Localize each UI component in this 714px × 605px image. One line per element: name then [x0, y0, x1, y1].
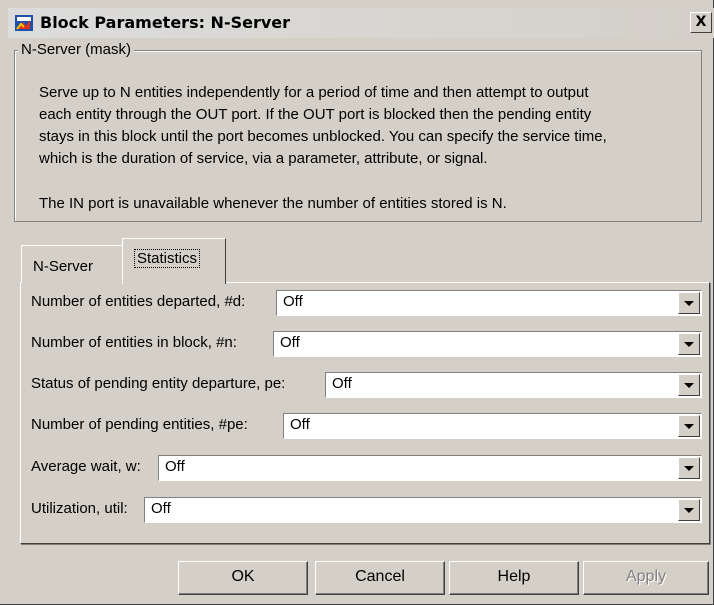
tab-statistics[interactable]: Statistics — [122, 238, 226, 284]
select-value: Off — [165, 458, 185, 475]
description-line: stays in this block until the port becom… — [39, 128, 607, 145]
chevron-down-icon[interactable] — [678, 292, 700, 314]
chevron-down-icon[interactable] — [678, 499, 700, 521]
select-value: Off — [332, 375, 352, 392]
select-value: Off — [283, 293, 303, 310]
tab-n-server[interactable]: N-Server — [21, 245, 126, 283]
pending-departure-select[interactable]: Off — [325, 372, 702, 398]
ok-button[interactable]: OK — [178, 561, 308, 595]
tab-label: Statistics — [134, 249, 201, 268]
close-button[interactable]: X — [690, 12, 712, 33]
entities-departed-label: Number of entities departed, #d: — [31, 293, 246, 310]
chevron-down-icon[interactable] — [678, 415, 700, 437]
block-parameters-dialog: Block Parameters: N-Server X N-Server (m… — [0, 0, 714, 605]
title-bar[interactable]: Block Parameters: N-Server X — [8, 8, 714, 38]
apply-button[interactable]: Apply — [583, 561, 709, 595]
pending-entities-label: Number of pending entities, #pe: — [31, 416, 248, 433]
entities-in-block-select[interactable]: Off — [273, 331, 702, 357]
window-title: Block Parameters: N-Server — [40, 13, 291, 32]
utilization-select[interactable]: Off — [144, 497, 702, 523]
chevron-down-icon[interactable] — [678, 374, 700, 396]
description-line: which is the duration of service, via a … — [39, 150, 488, 167]
average-wait-label: Average wait, w: — [31, 458, 141, 475]
select-value: Off — [151, 500, 171, 517]
pending-departure-label: Status of pending entity departure, pe: — [31, 375, 286, 392]
close-icon: X — [695, 14, 707, 30]
chevron-down-icon[interactable] — [678, 457, 700, 479]
tab-label: N-Server — [33, 258, 94, 275]
simulink-block-icon — [15, 15, 33, 31]
pending-entities-select[interactable]: Off — [283, 413, 702, 439]
help-button[interactable]: Help — [449, 561, 579, 595]
description-line: Serve up to N entities independently for… — [39, 84, 589, 101]
description-legend: N-Server (mask) — [18, 41, 135, 58]
entities-departed-select[interactable]: Off — [276, 290, 702, 316]
chevron-down-icon[interactable] — [678, 333, 700, 355]
cancel-button[interactable]: Cancel — [315, 561, 445, 595]
description-note: The IN port is unavailable whenever the … — [39, 195, 507, 212]
utilization-label: Utilization, util: — [31, 500, 128, 517]
entities-in-block-label: Number of entities in block, #n: — [31, 334, 237, 351]
select-value: Off — [280, 334, 300, 351]
select-value: Off — [290, 416, 310, 433]
description-line: each entity through the OUT port. If the… — [39, 106, 592, 123]
average-wait-select[interactable]: Off — [158, 455, 702, 481]
